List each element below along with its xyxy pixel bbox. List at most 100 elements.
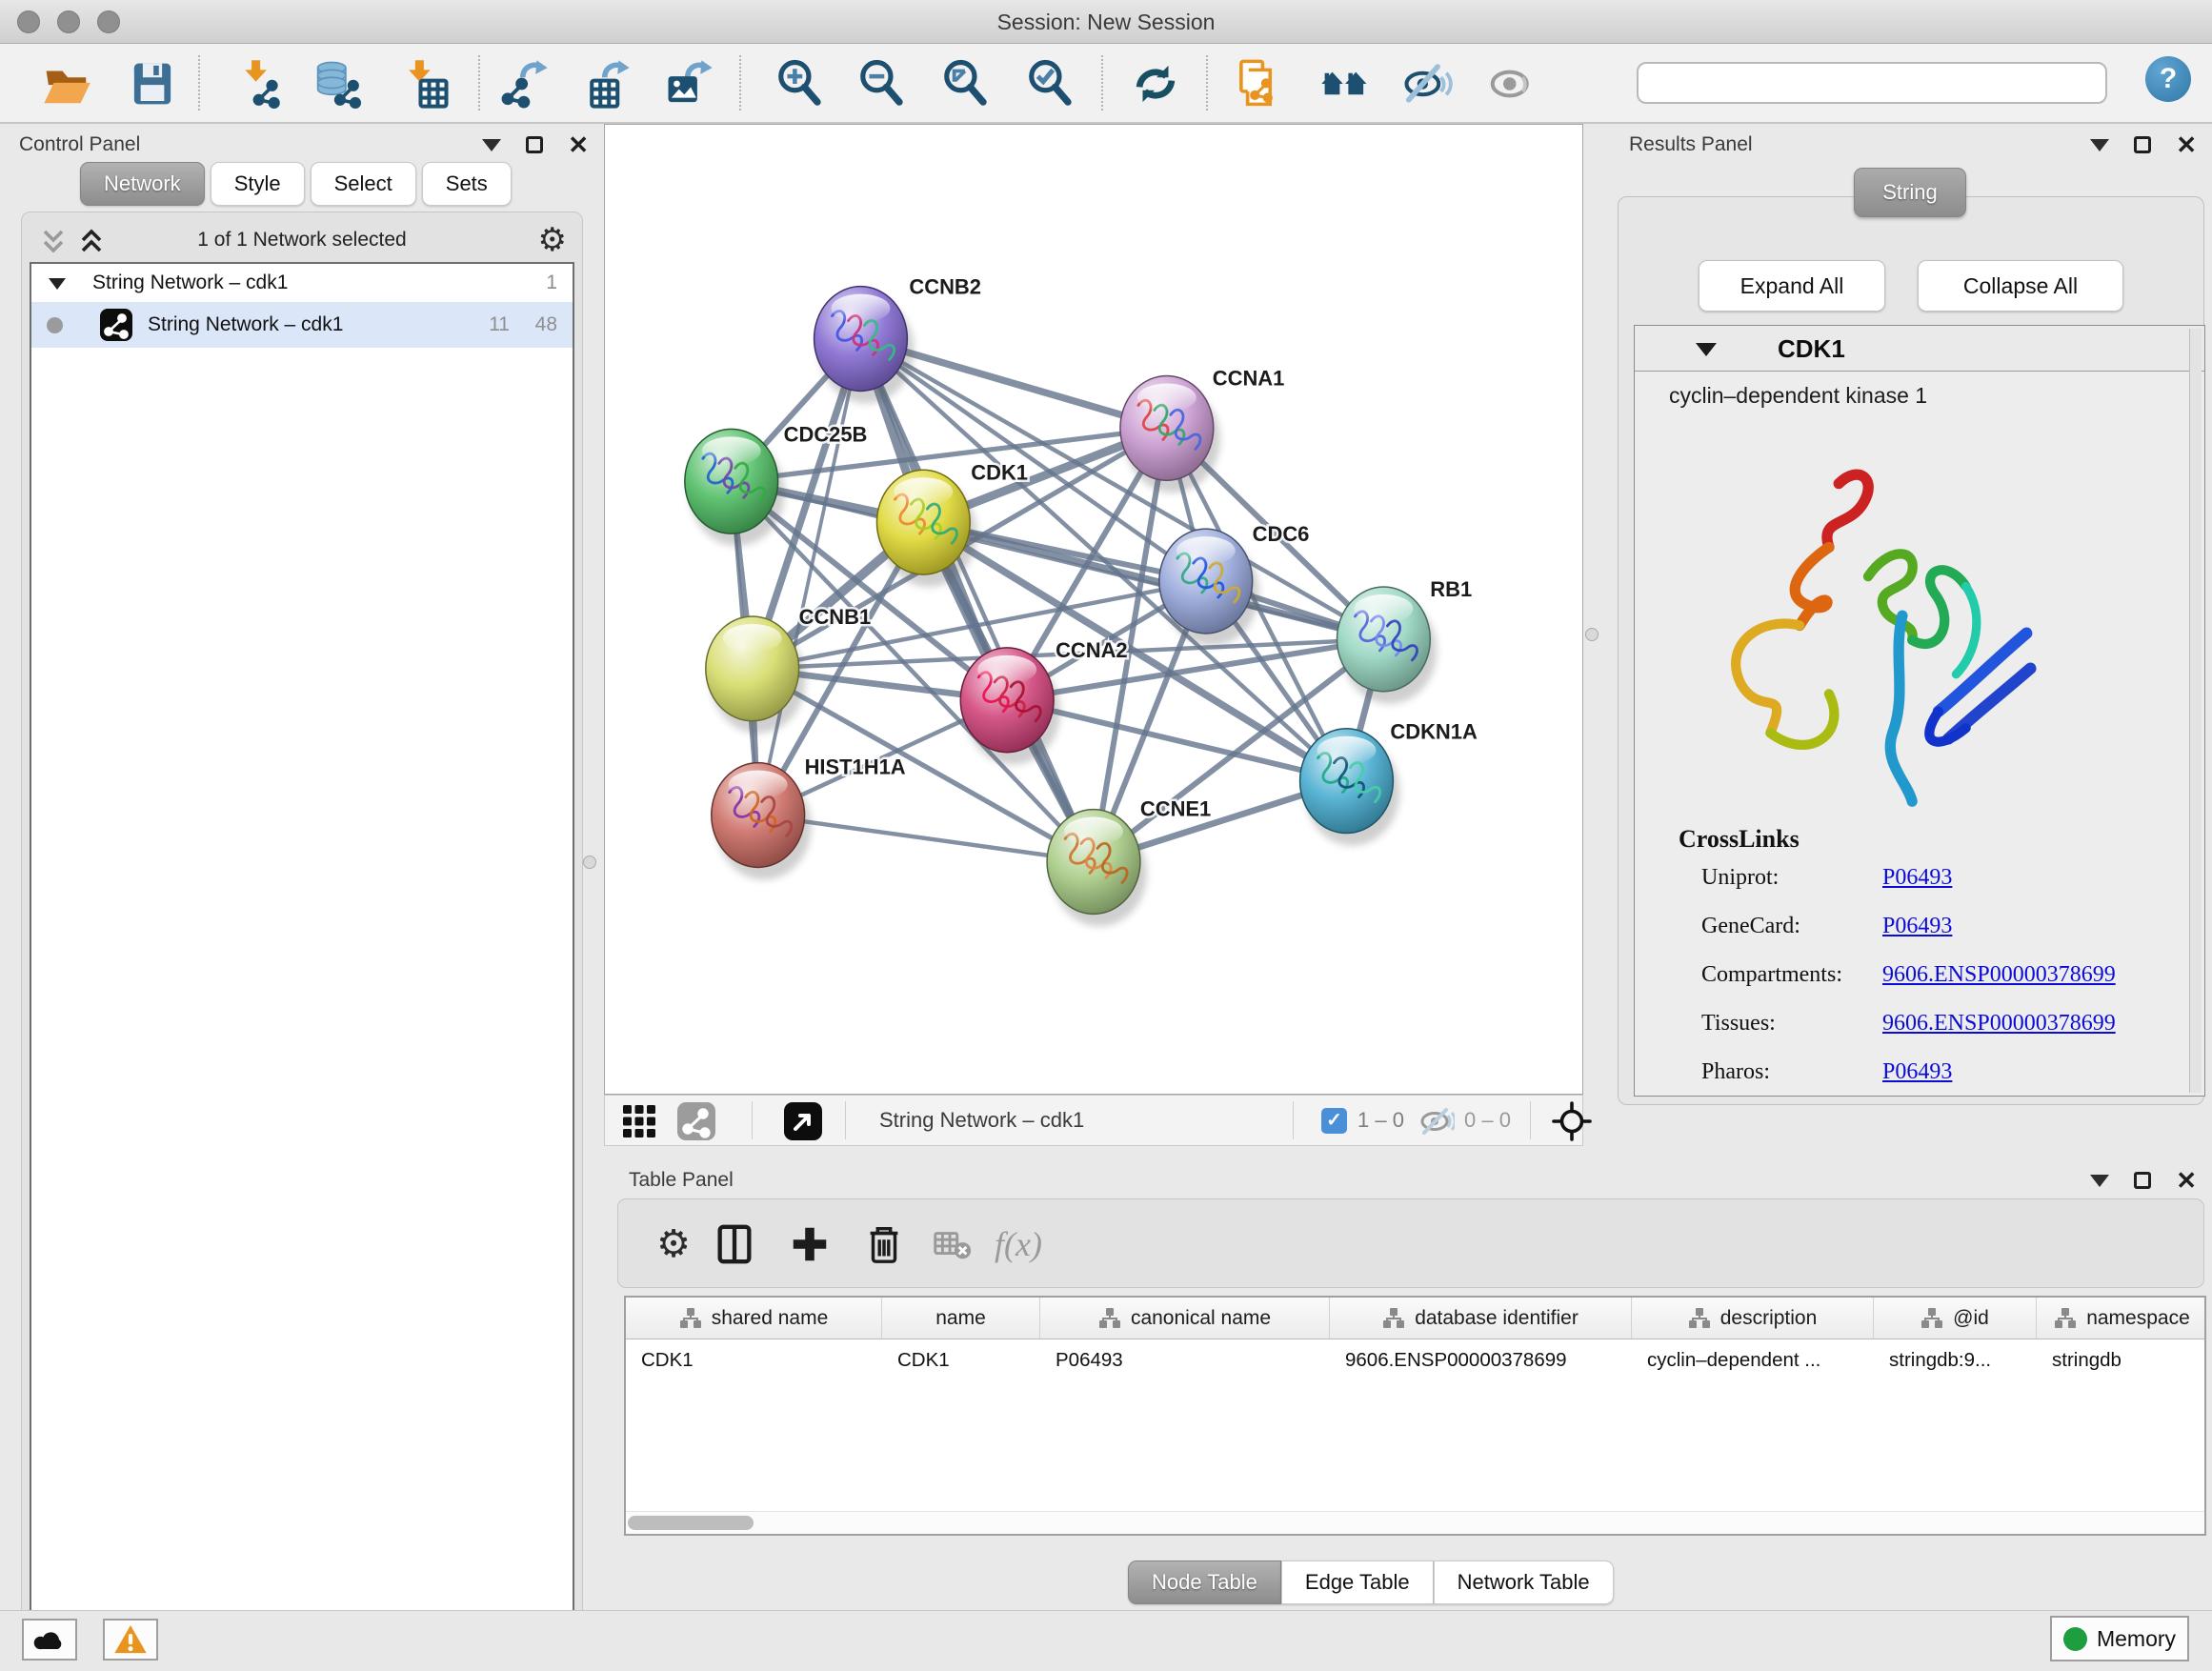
table-row[interactable]: CDK1CDK1P064939606.ENSP00000378699cyclin…: [626, 1339, 2204, 1381]
export-image-icon[interactable]: [664, 58, 715, 110]
table-cell[interactable]: P06493: [1040, 1339, 1330, 1381]
collapse-panel-icon[interactable]: [482, 139, 501, 151]
edge-CCNB2-CCNE1[interactable]: [860, 339, 1094, 862]
cloud-status-button[interactable]: [22, 1619, 77, 1661]
zoom-fit-icon[interactable]: [940, 58, 992, 110]
export-table-icon[interactable]: [581, 58, 633, 110]
network-options-gear-icon[interactable]: ⚙: [538, 218, 567, 262]
network-view-mode-icon[interactable]: [677, 1102, 715, 1140]
table-cell[interactable]: cyclin–dependent ...: [1632, 1339, 1874, 1381]
delete-column-icon[interactable]: [862, 1222, 906, 1266]
memory-button[interactable]: Memory: [2050, 1616, 2189, 1661]
table-cell[interactable]: stringdb: [2037, 1339, 2206, 1381]
hide-selected-icon[interactable]: [1402, 58, 1454, 110]
node-RB1[interactable]: RB1: [1337, 577, 1472, 704]
network-graph[interactable]: CCNB2CCNA1CDC25BCDK1CDC6RB1CCNB1CCNA2CDK…: [605, 125, 1582, 1094]
network-view-canvas[interactable]: CCNB2CCNA1CDC25BCDK1CDC6RB1CCNB1CCNA2CDK…: [604, 124, 1583, 1095]
crosslink-link[interactable]: P06493: [1882, 865, 1952, 891]
tab-style[interactable]: Style: [211, 162, 305, 206]
crosslink-row: GeneCard:P06493: [1635, 914, 2204, 962]
column-header-namespace[interactable]: namespace: [2037, 1298, 2206, 1339]
table-header-row: shared namename canonical name database …: [626, 1298, 2204, 1339]
selected-nodes-edges-count: 1 – 0: [1357, 1096, 1404, 1145]
show-all-icon[interactable]: [1486, 58, 1538, 110]
edge-CCNB2-HIST1H1A[interactable]: [758, 339, 861, 815]
column-header-canonical-name[interactable]: canonical name: [1040, 1298, 1330, 1339]
node-CCNB1[interactable]: CCNB1: [706, 605, 871, 734]
table-cell[interactable]: 9606.ENSP00000378699: [1330, 1339, 1632, 1381]
crosslink-link[interactable]: 9606.ENSP00000378699: [1882, 962, 2116, 988]
expand-all-button[interactable]: Expand All: [1699, 260, 1885, 312]
crosslink-link[interactable]: P06493: [1882, 1059, 1952, 1085]
zoom-selected-icon[interactable]: [1025, 58, 1076, 110]
import-table-icon[interactable]: [399, 58, 451, 110]
zoom-in-icon[interactable]: [774, 58, 826, 110]
detach-view-icon[interactable]: [784, 1102, 822, 1140]
save-session-icon[interactable]: [127, 58, 178, 110]
birdseye-navigator-icon[interactable]: [1552, 1101, 1592, 1141]
gene-expander-icon[interactable]: [1696, 343, 1717, 356]
crosslink-link[interactable]: 9606.ENSP00000378699: [1882, 1011, 2116, 1037]
table-options-gear-icon[interactable]: ⚙: [652, 1222, 695, 1266]
node-CCNB2[interactable]: CCNB2: [814, 275, 981, 404]
tab-select[interactable]: Select: [311, 162, 416, 206]
import-network-file-icon[interactable]: [233, 58, 285, 110]
table-cell[interactable]: CDK1: [626, 1339, 882, 1381]
crosslink-link[interactable]: P06493: [1882, 914, 1952, 939]
node-CCNE1[interactable]: CCNE1: [1047, 797, 1211, 927]
tab-edge-table[interactable]: Edge Table: [1281, 1560, 1434, 1604]
network-collection-row[interactable]: String Network – cdk1 1: [31, 264, 573, 302]
selected-count-checkbox[interactable]: ✓: [1321, 1108, 1347, 1134]
search-input[interactable]: [1637, 62, 2107, 104]
tab-network[interactable]: Network: [80, 162, 205, 206]
column-header-shared-name[interactable]: shared name: [626, 1298, 882, 1339]
left-splitter-handle[interactable]: [583, 856, 596, 869]
grid-view-icon[interactable]: [620, 1102, 658, 1140]
open-session-icon[interactable]: [41, 58, 92, 110]
network-icon: [100, 309, 132, 341]
close-panel-icon[interactable]: ✕: [568, 132, 589, 157]
float-panel-icon[interactable]: [2134, 1172, 2151, 1189]
warnings-button[interactable]: [103, 1619, 158, 1661]
zoom-out-icon[interactable]: [856, 58, 908, 110]
help-button[interactable]: ?: [2145, 56, 2191, 102]
tab-string[interactable]: String: [1854, 168, 1966, 217]
table-cell[interactable]: stringdb:9...: [1874, 1339, 2037, 1381]
column-header-description[interactable]: description: [1632, 1298, 1874, 1339]
node-HIST1H1A[interactable]: HIST1H1A: [712, 755, 906, 880]
duplicate-network-icon[interactable]: [1234, 58, 1285, 110]
table-cell[interactable]: CDK1: [882, 1339, 1040, 1381]
column-header-database-identifier[interactable]: database identifier: [1330, 1298, 1632, 1339]
first-neighbors-icon[interactable]: [1319, 58, 1371, 110]
gene-header[interactable]: CDK1: [1635, 326, 2204, 372]
close-panel-icon[interactable]: ✕: [2176, 132, 2197, 157]
create-column-icon[interactable]: [788, 1222, 832, 1266]
table-horizontal-scrollbar[interactable]: [626, 1511, 2204, 1534]
right-splitter-handle[interactable]: [1585, 628, 1599, 641]
collapse-panel-icon[interactable]: [2090, 139, 2109, 151]
float-panel-icon[interactable]: [2134, 136, 2151, 153]
column-header--id[interactable]: @id: [1874, 1298, 2037, 1339]
close-panel-icon[interactable]: ✕: [2176, 1168, 2197, 1193]
collection-expander-icon[interactable]: [49, 278, 66, 290]
scrollbar-thumb[interactable]: [628, 1516, 754, 1530]
node-label: CCNB1: [799, 605, 872, 629]
collection-name: String Network – cdk1: [92, 264, 288, 302]
export-network-icon[interactable]: [499, 58, 551, 110]
column-header-name[interactable]: name: [882, 1298, 1040, 1339]
import-network-database-icon[interactable]: [312, 58, 364, 110]
show-columns-icon[interactable]: [713, 1222, 756, 1266]
float-panel-icon[interactable]: [526, 136, 543, 153]
toolbar-separator: [1293, 1101, 1294, 1139]
tab-network-table[interactable]: Network Table: [1434, 1560, 1614, 1604]
network-row-selected[interactable]: String Network – cdk1 11 48: [31, 302, 573, 348]
collapse-all-button[interactable]: Collapse All: [1918, 260, 2123, 312]
tab-sets[interactable]: Sets: [422, 162, 512, 206]
results-scrollbar[interactable]: [2189, 329, 2202, 1093]
tab-node-table[interactable]: Node Table: [1128, 1560, 1281, 1604]
node-CDKN1A[interactable]: CDKN1A: [1300, 720, 1478, 846]
refresh-icon[interactable]: [1130, 58, 1181, 110]
collapse-panel-icon[interactable]: [2090, 1175, 2109, 1187]
node-CCNA1[interactable]: CCNA1: [1120, 366, 1284, 493]
window-title: Session: New Session: [0, 0, 2212, 44]
